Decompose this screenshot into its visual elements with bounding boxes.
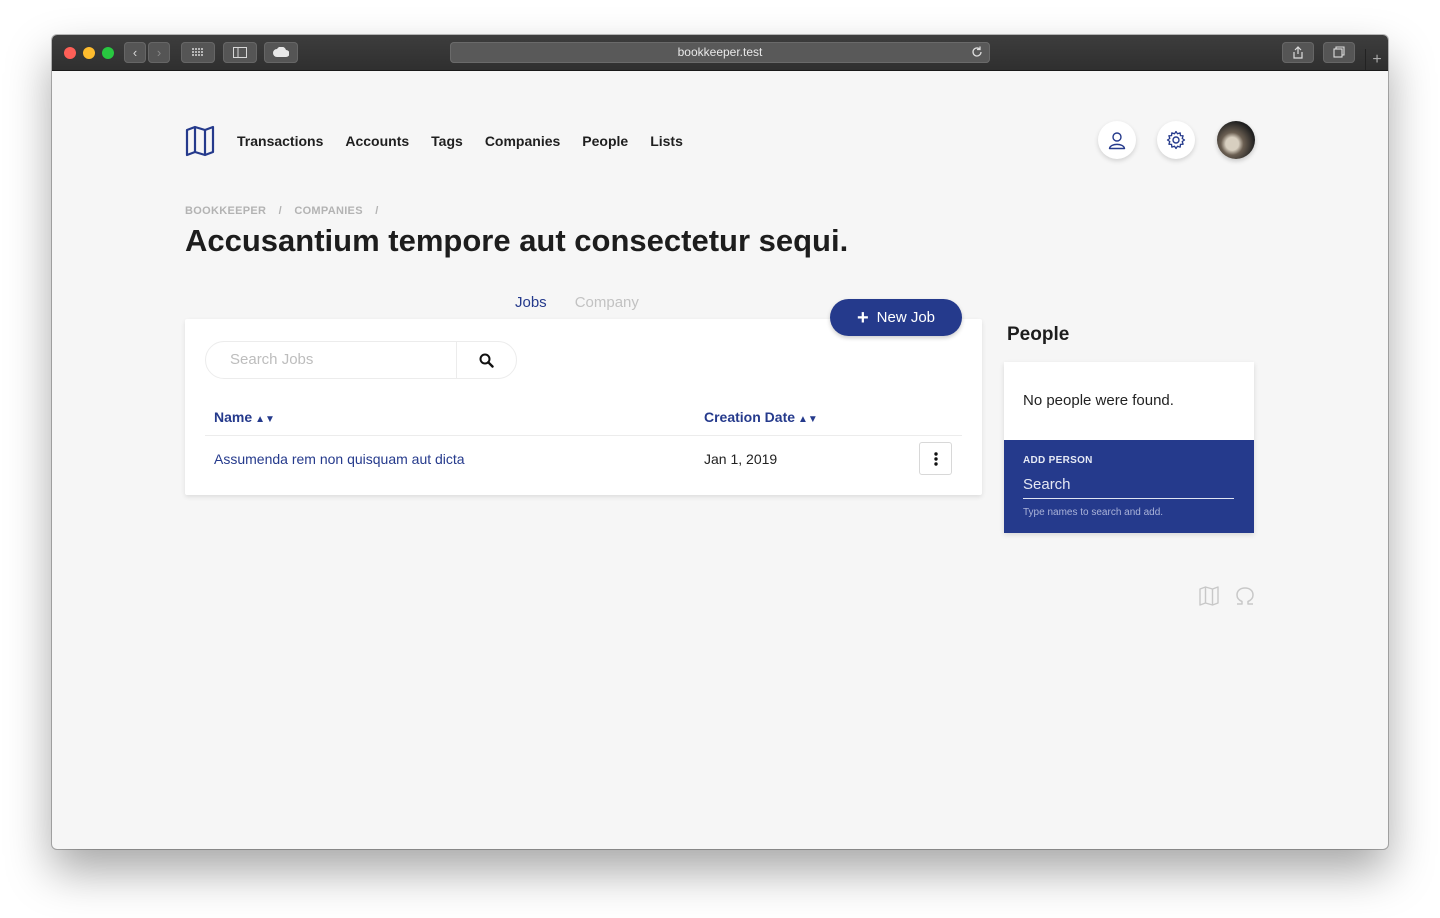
- job-name-link[interactable]: Assumenda rem non quisquam aut dicta: [214, 451, 465, 467]
- omega-icon[interactable]: [1234, 585, 1256, 607]
- search-button[interactable]: [457, 342, 516, 378]
- tab-jobs[interactable]: Jobs: [501, 289, 561, 323]
- add-person-panel: ADD PERSON Type names to search and add.: [1004, 440, 1254, 533]
- user-icon: [1108, 132, 1126, 150]
- breadcrumb-companies[interactable]: COMPANIES: [294, 205, 363, 217]
- profile-button[interactable]: [1098, 121, 1136, 159]
- address-bar[interactable]: bookkeeper.test: [450, 42, 990, 63]
- row-actions-button[interactable]: [919, 442, 952, 475]
- breadcrumb-separator: /: [278, 205, 282, 217]
- sort-icon: ▲▼: [255, 414, 275, 425]
- breadcrumb-separator: /: [375, 205, 379, 217]
- add-person-search-input[interactable]: [1023, 470, 1234, 499]
- add-person-hint: Type names to search and add.: [1023, 507, 1164, 518]
- job-search: [205, 341, 517, 379]
- new-job-label: New Job: [876, 309, 936, 326]
- tabs-icon[interactable]: [1323, 42, 1355, 63]
- cloud-icon[interactable]: [264, 42, 298, 63]
- forward-button[interactable]: ›: [148, 42, 170, 63]
- nav-people[interactable]: People: [582, 133, 628, 149]
- avatar[interactable]: [1217, 121, 1255, 159]
- search-icon: [479, 353, 494, 368]
- people-title: People: [1007, 324, 1070, 345]
- search-jobs-input[interactable]: [207, 343, 470, 375]
- column-header-creation-date[interactable]: Creation Date ▲▼: [704, 409, 818, 425]
- map-icon[interactable]: [1198, 585, 1220, 607]
- main-nav: Transactions Accounts Tags Companies Peo…: [237, 133, 705, 149]
- table-divider: [205, 435, 962, 436]
- sidebar-icon[interactable]: [223, 42, 257, 63]
- breadcrumb: BOOKKEEPER / COMPANIES /: [185, 205, 388, 217]
- back-button[interactable]: ‹: [124, 42, 146, 63]
- more-vertical-icon: [933, 451, 938, 466]
- breadcrumb-bookkeeper[interactable]: BOOKKEEPER: [185, 205, 266, 217]
- browser-window: ‹ › bookkeeper.test + Transactions Accou…: [52, 35, 1388, 849]
- column-header-date-label: Creation Date: [704, 409, 796, 425]
- app-content: Transactions Accounts Tags Companies Peo…: [52, 71, 1388, 849]
- nav-companies[interactable]: Companies: [485, 133, 560, 149]
- people-card: No people were found. ADD PERSON Type na…: [1004, 362, 1254, 533]
- nav-tags[interactable]: Tags: [431, 133, 463, 149]
- share-icon[interactable]: [1282, 42, 1314, 63]
- new-tab-button[interactable]: +: [1365, 49, 1388, 70]
- close-window-button[interactable]: [64, 47, 76, 59]
- refresh-icon[interactable]: [970, 45, 984, 59]
- column-header-name-label: Name: [214, 409, 253, 425]
- tab-company[interactable]: Company: [561, 289, 653, 323]
- plus-icon: +: [856, 306, 869, 329]
- sort-icon: ▲▼: [798, 414, 818, 425]
- page-title: Accusantium tempore aut consectetur sequ…: [185, 223, 849, 258]
- grid-icon[interactable]: [181, 42, 215, 63]
- url-text: bookkeeper.test: [677, 45, 763, 59]
- nav-transactions[interactable]: Transactions: [237, 133, 323, 149]
- gear-icon: [1166, 130, 1186, 150]
- add-person-label: ADD PERSON: [1023, 455, 1093, 466]
- minimize-window-button[interactable]: [83, 47, 95, 59]
- nav-accounts[interactable]: Accounts: [345, 133, 409, 149]
- tab-bar: Jobs Company: [501, 289, 653, 323]
- jobs-card: Name▲▼ Creation Date▲▼ Assumenda rem non…: [185, 319, 982, 495]
- job-creation-date: Jan 1, 2019: [704, 451, 778, 467]
- map-icon[interactable]: [185, 125, 215, 157]
- browser-toolbar: ‹ › bookkeeper.test +: [52, 35, 1388, 71]
- zoom-window-button[interactable]: [102, 47, 114, 59]
- settings-button[interactable]: [1157, 121, 1195, 159]
- nav-lists[interactable]: Lists: [650, 133, 683, 149]
- people-empty-message: No people were found.: [1023, 392, 1174, 409]
- new-job-button[interactable]: + New Job: [830, 299, 962, 336]
- column-header-name[interactable]: Name ▲▼: [214, 409, 275, 425]
